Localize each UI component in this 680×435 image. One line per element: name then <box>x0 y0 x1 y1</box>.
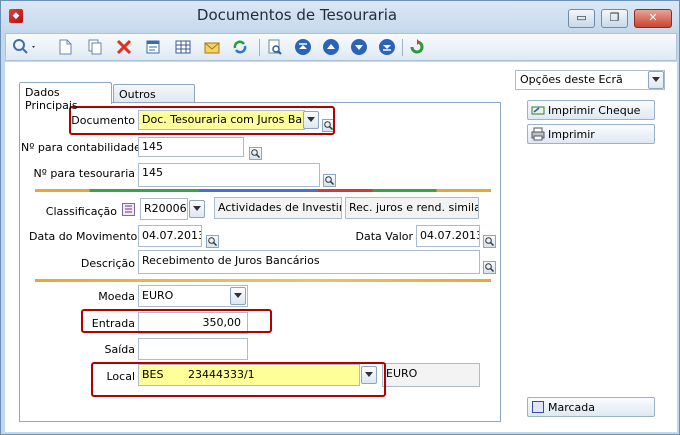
magnifier-icon <box>251 149 260 158</box>
next-record-button[interactable] <box>350 38 368 56</box>
envelope-button[interactable] <box>203 38 221 56</box>
search-icon <box>13 39 35 54</box>
preview-icon <box>268 39 282 55</box>
data-valor-label: Data Valor <box>355 230 413 243</box>
classificacao-tree-button[interactable] <box>122 203 135 216</box>
marcada-label: Marcada <box>548 401 596 414</box>
new-document-icon <box>59 39 72 55</box>
classificacao-desc1-field: Actividades de Investime <box>214 197 342 219</box>
properties-button[interactable] <box>144 38 162 56</box>
magnifier-icon <box>325 176 334 185</box>
magnifier-icon <box>485 263 494 272</box>
moeda-label: Moeda <box>98 290 135 303</box>
copy-button[interactable] <box>86 38 104 56</box>
checkbox-icon <box>532 401 544 413</box>
magnifier-icon <box>485 237 494 246</box>
refresh-icon <box>233 40 247 54</box>
properties-icon <box>146 40 160 54</box>
chevron-down-icon <box>652 77 660 82</box>
chevron-down-icon <box>193 206 201 211</box>
new-button[interactable] <box>56 38 74 56</box>
window-title: Documentos de Tesouraria <box>196 6 398 24</box>
last-record-icon <box>379 39 395 55</box>
first-record-icon <box>295 39 311 55</box>
minimize-icon: ▭ <box>576 11 587 24</box>
n-contabilidade-lookup-button[interactable] <box>249 147 262 160</box>
chevron-down-icon <box>234 293 242 298</box>
opcoes-dropdown-button[interactable] <box>648 71 664 89</box>
refresh-button[interactable] <box>231 38 249 56</box>
last-record-button[interactable] <box>378 38 396 56</box>
n-tesouraria-label: Nº para tesouraria <box>33 167 136 180</box>
data-movimento-label: Data do Movimento <box>29 230 138 243</box>
cheque-icon <box>531 106 545 115</box>
first-record-button[interactable] <box>294 38 312 56</box>
classificacao-code-field[interactable]: R20006 <box>140 198 188 220</box>
data-movimento-field[interactable]: 04.07.2013 <box>138 225 202 247</box>
minimize-button[interactable]: ▭ <box>568 9 595 28</box>
previous-record-button[interactable] <box>322 38 340 56</box>
grid-icon <box>175 40 191 54</box>
classificacao-label: Classificação <box>45 205 117 218</box>
n-tesouraria-field[interactable]: 145 <box>138 163 320 187</box>
n-contabilidade-label: Nº para contabilidade <box>21 141 141 154</box>
reload-button[interactable] <box>408 38 426 56</box>
application-window: ◆ Documentos de Tesouraria ▭ ❐ ✕ Dados P… <box>0 0 680 435</box>
local-highlight <box>91 362 386 397</box>
entrada-highlight <box>81 309 272 333</box>
imprimir-button[interactable]: Imprimir <box>527 124 655 144</box>
close-icon: ✕ <box>648 11 658 24</box>
descricao-label: Descrição <box>80 257 135 270</box>
descricao-field[interactable]: Recebimento de Juros Bancários <box>138 250 480 274</box>
title-bar: ◆ Documentos de Tesouraria ▭ ❐ ✕ <box>1 1 679 31</box>
delete-icon <box>116 39 132 55</box>
preview-button[interactable] <box>266 38 284 56</box>
tree-list-icon <box>125 205 132 213</box>
printer-icon <box>531 127 545 141</box>
reload-icon <box>410 39 424 54</box>
delete-button[interactable] <box>115 38 133 56</box>
section-divider <box>35 189 491 192</box>
next-record-icon <box>351 39 367 55</box>
grid-button[interactable] <box>174 38 192 56</box>
toolbar <box>5 33 677 61</box>
local-currency-field: EURO <box>382 363 480 387</box>
saida-label: Saída <box>104 343 135 356</box>
imprimir-label: Imprimir <box>548 128 595 141</box>
magnifier-icon <box>208 237 217 246</box>
documento-highlight <box>69 106 335 135</box>
tab-outros-dados[interactable]: Outros dados <box>113 84 195 114</box>
data-valor-field[interactable]: 04.07.2013 <box>416 225 480 247</box>
opcoes-ecra-select[interactable]: Opções deste Ecrã <box>515 70 665 90</box>
saida-field[interactable] <box>138 338 248 360</box>
tab-dados-principais[interactable]: Dados Principais <box>19 82 112 112</box>
close-button[interactable]: ✕ <box>634 9 672 28</box>
moeda-dropdown-button[interactable] <box>230 287 246 305</box>
descricao-lookup-button[interactable] <box>483 261 496 274</box>
marcada-button[interactable]: Marcada <box>527 397 655 417</box>
toolbar-separator <box>402 39 403 56</box>
n-contabilidade-field[interactable]: 145 <box>138 137 244 157</box>
toolbar-separator <box>259 39 260 56</box>
n-tesouraria-lookup-button[interactable] <box>323 174 336 187</box>
data-movimento-calendar-button[interactable] <box>206 235 219 248</box>
imprimir-cheque-label: Imprimir Cheque <box>548 104 641 117</box>
maximize-icon: ❐ <box>609 11 620 24</box>
copy-icon <box>88 39 102 55</box>
search-button[interactable] <box>12 38 38 56</box>
classificacao-dropdown-button[interactable] <box>189 200 205 218</box>
maximize-button[interactable]: ❐ <box>601 9 628 28</box>
previous-record-icon <box>323 39 339 55</box>
data-valor-calendar-button[interactable] <box>483 235 496 248</box>
classificacao-desc2-field: Rec. juros e rend. similares <box>345 197 479 219</box>
envelope-icon <box>204 42 220 54</box>
imprimir-cheque-button[interactable]: Imprimir Cheque <box>527 100 655 120</box>
section-divider <box>35 279 491 282</box>
